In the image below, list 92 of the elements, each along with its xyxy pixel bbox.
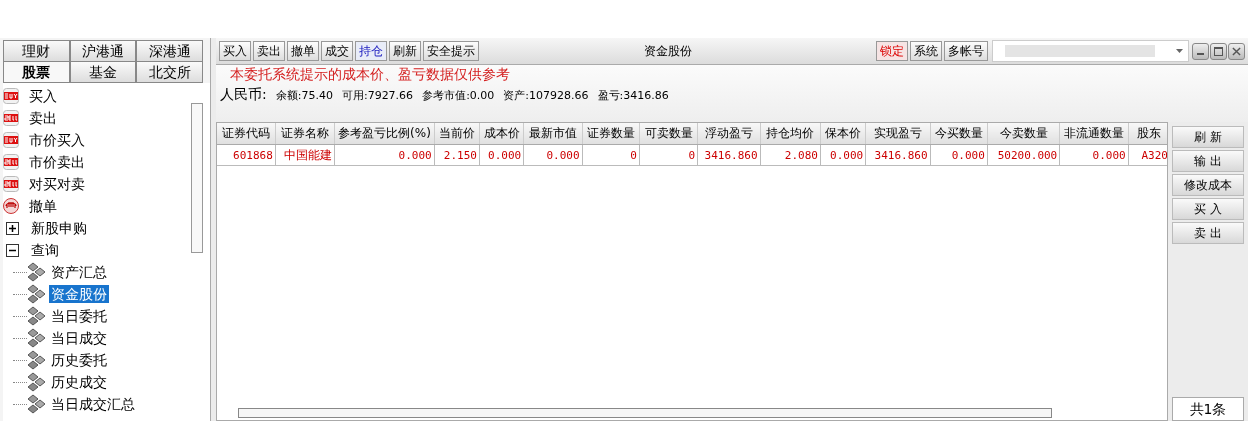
- table-cell: 0.000: [930, 144, 988, 166]
- summary-value: 资产:107928.66: [503, 88, 589, 103]
- toolbar-button[interactable]: 持仓: [355, 41, 387, 61]
- tree-item[interactable]: 当日成交汇总: [49, 395, 137, 413]
- tree-item[interactable]: 新股申购: [29, 219, 89, 237]
- side-button[interactable]: 买 入: [1172, 198, 1244, 220]
- tree-item[interactable]: 资金股份: [49, 285, 109, 303]
- table-cell: 2.080: [760, 144, 821, 166]
- tab[interactable]: 深港通: [136, 40, 203, 61]
- tree-item[interactable]: 卖出: [27, 109, 59, 127]
- toolbar-button[interactable]: 多帐号: [944, 41, 988, 61]
- caret-icon[interactable]: [1176, 49, 1183, 53]
- summary-value: 余额:75.40: [275, 88, 333, 103]
- tree-item[interactable]: 查询: [29, 241, 61, 259]
- panel-title: 资金股份: [642, 42, 693, 60]
- table-cell: 0.000: [479, 144, 524, 166]
- tree-item[interactable]: 历史成交: [49, 373, 109, 391]
- tree-item[interactable]: 历史委托: [49, 351, 109, 369]
- column-header[interactable]: 参考盈亏比例(%): [334, 123, 435, 145]
- collapse-icon[interactable]: [6, 243, 19, 257]
- column-header[interactable]: 股东: [1128, 123, 1167, 145]
- tab[interactable]: 股票: [3, 61, 70, 83]
- table-cell: A320: [1128, 144, 1167, 166]
- tree-item[interactable]: 对买对卖: [27, 175, 87, 193]
- column-header[interactable]: 证券代码: [217, 123, 276, 145]
- tree-item[interactable]: 市价卖出: [27, 153, 87, 171]
- tab[interactable]: 基金: [69, 61, 137, 83]
- diamonds-icon: [27, 306, 47, 326]
- table-cell: 0: [582, 144, 640, 166]
- column-header[interactable]: 非流通数量: [1059, 123, 1129, 145]
- currency-label: 人民币:: [220, 86, 267, 104]
- diamonds-icon: [27, 394, 47, 414]
- column-header[interactable]: 最新市值: [523, 123, 583, 145]
- tree-item[interactable]: 撤单: [27, 197, 59, 215]
- toolbar-button[interactable]: 卖出: [253, 41, 285, 61]
- column-header[interactable]: 成本价: [479, 123, 524, 145]
- scrollbar[interactable]: [238, 408, 1052, 418]
- column-header[interactable]: 证券名称: [275, 123, 335, 145]
- tree-item[interactable]: 市价买入: [27, 131, 87, 149]
- tree-item[interactable]: 当日成交: [49, 329, 109, 347]
- side-button[interactable]: 修改成本: [1172, 174, 1244, 196]
- scrollbar[interactable]: [191, 103, 203, 253]
- diamonds-icon: [27, 284, 47, 304]
- toolbar-button[interactable]: 撤单: [287, 41, 319, 61]
- column-header[interactable]: 可卖数量: [639, 123, 698, 145]
- table-cell: 3416.860: [697, 144, 761, 166]
- table-cell: 3416.860: [865, 144, 930, 166]
- column-header[interactable]: 保本价: [820, 123, 866, 145]
- diamonds-icon: [27, 350, 47, 370]
- table-cell: 50200.000: [987, 144, 1060, 166]
- tab[interactable]: 沪港通: [69, 40, 137, 61]
- notice-text: 本委托系统提示的成本价、盈亏数据仅供参考: [229, 65, 511, 84]
- table-cell: 0: [639, 144, 698, 166]
- table-cell: 0.000: [820, 144, 866, 166]
- tree-item[interactable]: 资产汇总: [49, 263, 109, 281]
- tree-item[interactable]: 当日委托: [49, 307, 109, 325]
- column-header[interactable]: 今卖数量: [987, 123, 1060, 145]
- summary-value: 可用:7927.66: [341, 88, 414, 103]
- minimize-icon[interactable]: [1192, 42, 1209, 60]
- maximize-icon[interactable]: [1210, 42, 1227, 60]
- tab[interactable]: 理财: [3, 40, 70, 61]
- table-cell: 0.000: [523, 144, 583, 166]
- side-button[interactable]: 输 出: [1172, 150, 1244, 172]
- column-header[interactable]: 当前价: [434, 123, 480, 145]
- summary-value: 参考市值:0.00: [422, 88, 495, 103]
- close-icon[interactable]: [1228, 42, 1245, 60]
- toolbar-button[interactable]: 买入: [219, 41, 251, 61]
- toolbar-button[interactable]: 安全提示: [423, 41, 479, 61]
- expand-icon[interactable]: [6, 221, 19, 235]
- summary-value: 盈亏:3416.86: [597, 88, 669, 103]
- diamonds-icon: [27, 372, 47, 392]
- table-cell: 0.000: [334, 144, 435, 166]
- toolbar-button[interactable]: 刷新: [389, 41, 421, 61]
- diamonds-icon: [27, 328, 47, 348]
- toolbar-button[interactable]: 锁定: [876, 41, 908, 61]
- side-button[interactable]: 卖 出: [1172, 222, 1244, 244]
- toolbar-button[interactable]: 系统: [910, 41, 942, 61]
- table-cell: 2.150: [434, 144, 480, 166]
- column-header[interactable]: 今买数量: [930, 123, 988, 145]
- toolbar-button[interactable]: 成交: [321, 41, 353, 61]
- diamonds-icon: [27, 262, 47, 282]
- side-button[interactable]: 刷 新: [1172, 126, 1244, 148]
- table-cell: 中国能建: [275, 144, 335, 166]
- tree-item[interactable]: 买入: [27, 87, 59, 105]
- record-count: 共1条: [1172, 397, 1244, 421]
- table-cell: 0.000: [1059, 144, 1129, 166]
- column-header[interactable]: 证券数量: [582, 123, 640, 145]
- tab[interactable]: 北交所: [136, 61, 203, 83]
- column-header[interactable]: 浮动盈亏: [697, 123, 761, 145]
- column-header[interactable]: 实现盈亏: [865, 123, 930, 145]
- column-header[interactable]: 持仓均价: [760, 123, 821, 145]
- table-cell: 601868: [217, 144, 276, 166]
